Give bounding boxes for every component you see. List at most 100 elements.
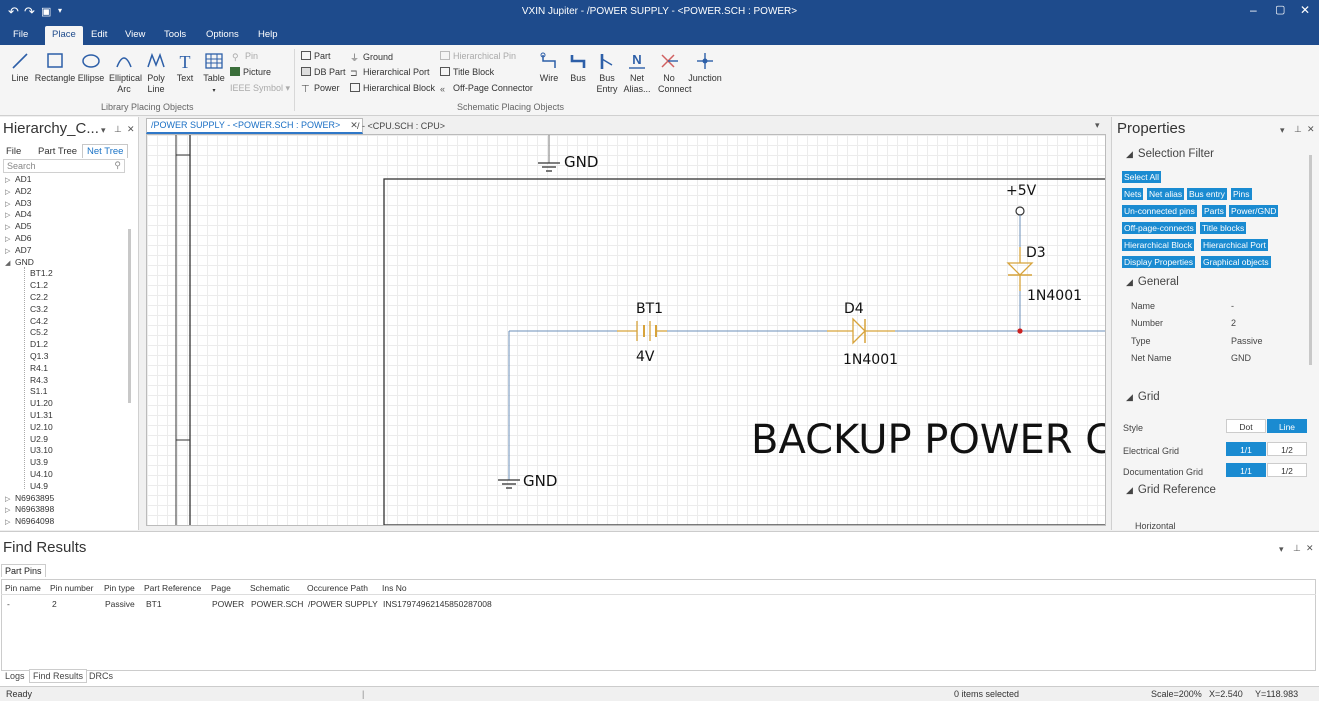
- menu-view[interactable]: View: [125, 29, 145, 40]
- close-icon[interactable]: ✕: [1307, 124, 1315, 135]
- menu-options[interactable]: Options: [206, 29, 239, 40]
- tree-net-item[interactable]: ▷ AD4: [5, 209, 32, 219]
- filter-graphical-objects[interactable]: Graphical objects: [1201, 256, 1271, 268]
- tree-net-item[interactable]: ▷ N6964098: [5, 516, 54, 526]
- pin-icon[interactable]: ⊥: [114, 124, 122, 135]
- schematic-canvas[interactable]: GND +5V D3 1N4001 BT1 4V D4 1N4001 GND B…: [146, 134, 1106, 526]
- picture-button[interactable]: Picture: [230, 67, 271, 77]
- tree-leaf-item[interactable]: U2.10: [30, 422, 53, 432]
- tab-logs[interactable]: Logs: [5, 671, 25, 681]
- collapse-icon[interactable]: ◢: [5, 259, 15, 267]
- filter-unconnected-pins[interactable]: Un-connected pins: [1122, 205, 1197, 217]
- tab-part-tree[interactable]: Part Tree: [38, 146, 77, 157]
- tree-leaf-item[interactable]: C5.2: [30, 327, 48, 337]
- chevron-down-icon[interactable]: ▾: [101, 125, 106, 136]
- col-ins-no[interactable]: Ins No: [382, 583, 407, 593]
- tree-net-item[interactable]: ▷ AD7: [5, 245, 32, 255]
- filter-hierarchical-port[interactable]: Hierarchical Port: [1201, 239, 1268, 251]
- expand-icon[interactable]: ▷: [5, 223, 15, 231]
- close-icon[interactable]: ✕: [1300, 3, 1310, 17]
- search-input[interactable]: Search ⚲: [3, 159, 125, 173]
- filter-display-properties[interactable]: Display Properties: [1122, 256, 1195, 268]
- tab-part-pins[interactable]: Part Pins: [1, 564, 46, 577]
- tree-leaf-item[interactable]: D1.2: [30, 339, 48, 349]
- documentation-grid-1-2[interactable]: 1/2: [1267, 463, 1307, 477]
- expand-icon[interactable]: ▷: [5, 200, 15, 208]
- tree-leaf-item[interactable]: C4.2: [30, 316, 48, 326]
- col-schematic[interactable]: Schematic: [250, 583, 290, 593]
- table-button[interactable]: Table ▾: [200, 51, 228, 97]
- chevron-down-icon[interactable]: ▾: [1279, 544, 1284, 555]
- bus-button[interactable]: Bus: [566, 51, 590, 84]
- filter-net-alias[interactable]: Net alias: [1147, 188, 1185, 200]
- tab-net-tree[interactable]: Net Tree: [82, 144, 129, 158]
- tab-file[interactable]: File: [6, 146, 21, 157]
- filter-pins[interactable]: Pins: [1231, 188, 1252, 200]
- tree-leaf-item[interactable]: C1.2: [30, 280, 48, 290]
- part-button[interactable]: Part: [301, 51, 331, 61]
- filter-title-blocks[interactable]: Title blocks: [1200, 222, 1247, 234]
- filter-off-page-connects[interactable]: Off-page-connects: [1122, 222, 1196, 234]
- grid-style-line[interactable]: Line: [1267, 419, 1307, 433]
- wire-button[interactable]: Wire: [536, 51, 562, 84]
- expand-icon[interactable]: ▷: [5, 495, 15, 503]
- filter-hierarchical-block[interactable]: Hierarchical Block: [1122, 239, 1195, 251]
- net-alias-button[interactable]: N Net Alias...: [622, 51, 652, 95]
- tree-net-item[interactable]: ▷ AD5: [5, 221, 32, 231]
- off-page-connector-button[interactable]: «Off-Page Connector: [440, 83, 533, 94]
- col-page[interactable]: Page: [211, 583, 231, 593]
- close-icon[interactable]: ✕: [1306, 543, 1314, 554]
- chevron-down-icon[interactable]: ▾: [1280, 125, 1285, 136]
- tree-leaf-item[interactable]: R4.1: [30, 363, 48, 373]
- scrollbar[interactable]: [1309, 155, 1312, 365]
- pin-button[interactable]: ⚲ Pin: [232, 51, 258, 62]
- scrollbar[interactable]: [128, 229, 131, 403]
- tree-leaf-item[interactable]: U4.9: [30, 481, 48, 491]
- tab-cpu[interactable]: / - <CPU.SCH : CPU>: [357, 121, 445, 131]
- tree-leaf-item[interactable]: C3.2: [30, 304, 48, 314]
- menu-tools[interactable]: Tools: [164, 29, 186, 40]
- tree-net-item[interactable]: ▷ AD2: [5, 186, 32, 196]
- filter-parts[interactable]: Parts: [1202, 205, 1226, 217]
- power-button[interactable]: ⊤ Power: [301, 83, 340, 95]
- tree-leaf-item[interactable]: U1.31: [30, 410, 53, 420]
- filter-bus-entry[interactable]: Bus entry: [1187, 188, 1227, 200]
- tree-leaf-item[interactable]: C2.2: [30, 292, 48, 302]
- tree-leaf-item[interactable]: U2.9: [30, 434, 48, 444]
- tree-leaf-item[interactable]: U3.9: [30, 457, 48, 467]
- close-icon[interactable]: ✕: [127, 124, 135, 135]
- tree-leaf-item[interactable]: U1.20: [30, 398, 53, 408]
- tab-find-results[interactable]: Find Results: [29, 669, 88, 683]
- filter-select-all[interactable]: Select All: [1122, 171, 1161, 183]
- expand-icon[interactable]: ▷: [5, 247, 15, 255]
- expand-icon[interactable]: ▷: [5, 235, 15, 243]
- rectangle-button[interactable]: Rectangle: [34, 51, 76, 84]
- tab-power-supply[interactable]: /POWER SUPPLY - <POWER.SCH : POWER> ✕: [146, 118, 363, 134]
- menu-help[interactable]: Help: [258, 29, 278, 40]
- expand-icon[interactable]: ▷: [5, 176, 15, 184]
- tree-leaf-item[interactable]: U3.10: [30, 445, 53, 455]
- tree-net-item[interactable]: ▷ AD3: [5, 198, 32, 208]
- section-grid-reference[interactable]: ◢ Grid Reference: [1126, 484, 1216, 496]
- no-connect-button[interactable]: No Connect: [655, 51, 692, 95]
- tree-net-item[interactable]: ▷ N6963898: [5, 504, 54, 514]
- minimize-icon[interactable]: –: [1250, 3, 1257, 17]
- expand-icon[interactable]: ▷: [5, 188, 15, 196]
- tab-drcs[interactable]: DRCs: [89, 671, 113, 681]
- ieee-symbol-button[interactable]: IEEE Symbol ▾: [230, 83, 290, 94]
- text-button[interactable]: T Text: [172, 51, 198, 84]
- section-grid[interactable]: ◢ Grid: [1126, 391, 1160, 403]
- tree-leaf-item[interactable]: S1.1: [30, 386, 48, 396]
- section-general[interactable]: ◢ General: [1126, 276, 1179, 288]
- tree-leaf-item[interactable]: R4.3: [30, 375, 48, 385]
- col-pin-number[interactable]: Pin number: [50, 583, 93, 593]
- grid-style-dot[interactable]: Dot: [1226, 419, 1266, 433]
- filter-nets[interactable]: Nets: [1122, 188, 1144, 200]
- line-button[interactable]: Line: [7, 51, 33, 84]
- pin-icon[interactable]: ⊥: [1293, 543, 1301, 554]
- hierarchical-block-button[interactable]: Hierarchical Block: [350, 83, 435, 93]
- menu-place[interactable]: Place: [45, 26, 83, 45]
- ground-button[interactable]: ⏚ Ground: [350, 51, 393, 63]
- expand-icon[interactable]: ▷: [5, 518, 15, 526]
- menu-edit[interactable]: Edit: [91, 29, 107, 40]
